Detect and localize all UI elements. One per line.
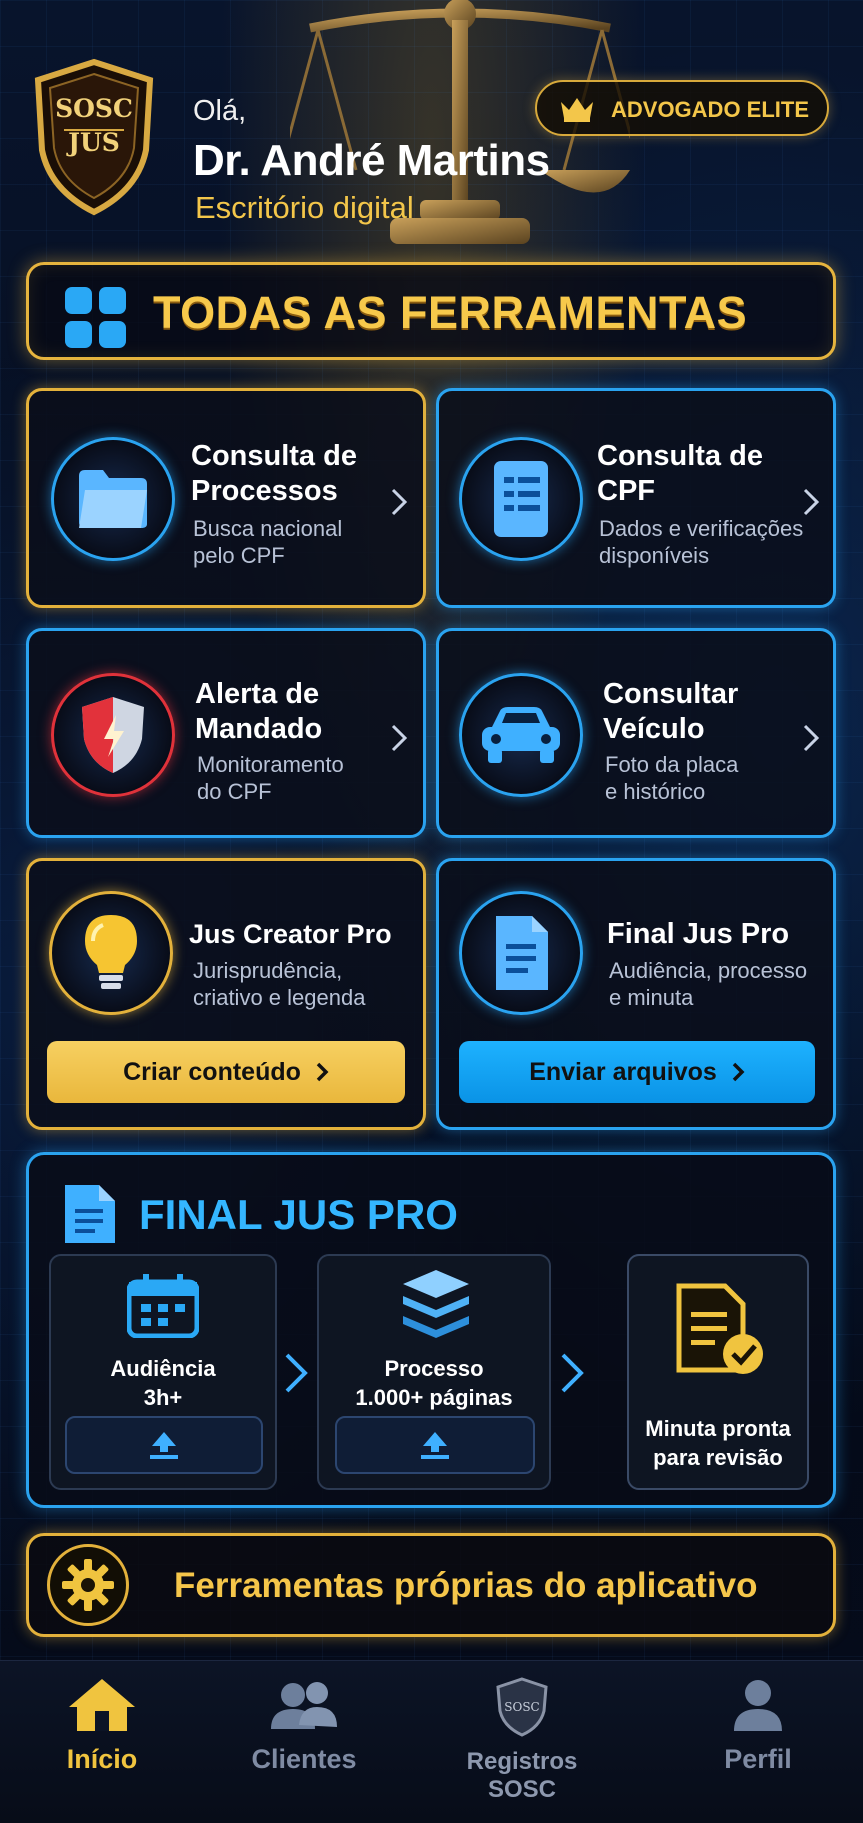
nav-item-inicio[interactable]: Início <box>52 1677 152 1775</box>
elite-badge-label: ADVOGADO ELITE <box>611 97 810 122</box>
sosc-shield-icon: SOSC <box>496 1677 548 1737</box>
step-minuta: Minuta pronta para revisão <box>627 1254 809 1490</box>
step-processo: Processo 1.000+ páginas <box>317 1254 551 1490</box>
step-label: Audiência 3h+ <box>110 1356 216 1410</box>
upload-icon <box>150 1432 178 1459</box>
greeting: Olá, <box>193 95 247 127</box>
chevron-right-icon <box>391 488 408 516</box>
final-jus-pro-panel: FINAL JUS PRO Audiência 3h+ Processo 1.0… <box>26 1152 836 1508</box>
nav-label: Perfil <box>724 1744 792 1774</box>
card-title: Consultar Veículo <box>603 678 739 745</box>
car-icon <box>482 707 560 763</box>
users-icon <box>271 1682 337 1729</box>
gear-icon <box>62 1559 114 1611</box>
calendar-icon <box>127 1274 199 1338</box>
document-list-icon <box>494 461 548 537</box>
send-files-button[interactable]: Enviar arquivos <box>459 1041 815 1103</box>
step-label: Minuta pronta para revisão <box>645 1416 791 1470</box>
document-icon <box>65 1185 115 1243</box>
shield-icon <box>82 697 144 773</box>
card-title: Jus Creator Pro <box>189 919 392 949</box>
chevron-right-icon <box>732 1062 745 1082</box>
card-consultar-veiculo[interactable]: Consultar Veículo Foto da placa e histór… <box>436 628 836 838</box>
user-subtitle: Escritório digital <box>195 190 414 225</box>
card-jus-creator-pro: Jus Creator Pro Jurisprudência, criativo… <box>26 858 426 1130</box>
nav-label: Registros SOSC <box>466 1748 578 1803</box>
card-title: Final Jus Pro <box>607 918 790 950</box>
document-icon <box>496 916 548 990</box>
card-consulta-processos[interactable]: Consulta de Processos Busca nacional pel… <box>26 388 426 608</box>
bottom-nav: Início Clientes SOSC Registros SOSC Perf… <box>0 1660 863 1823</box>
upload-icon <box>421 1432 449 1459</box>
step-label: Processo 1.000+ páginas <box>355 1356 513 1410</box>
header: SOSC JUS Olá, Dr. André Martins Escritór… <box>0 0 863 250</box>
chevron-right-icon <box>316 1062 329 1082</box>
card-final-jus-pro: Final Jus Pro Audiência, processo e minu… <box>436 858 836 1130</box>
chevron-right-icon <box>803 488 820 516</box>
document-check-icon <box>676 1283 763 1374</box>
nav-item-registros-sosc[interactable]: SOSC Registros SOSC <box>432 1677 612 1804</box>
card-subtitle: Jurisprudência, criativo e legenda <box>193 958 366 1010</box>
card-consulta-cpf[interactable]: Consulta de CPF Dados e verificações dis… <box>436 388 836 608</box>
card-icon-ring <box>51 437 175 561</box>
card-icon-ring <box>459 673 583 797</box>
home-icon <box>69 1679 135 1731</box>
card-icon-ring <box>459 891 583 1015</box>
create-content-button[interactable]: Criar conteúdo <box>47 1041 405 1103</box>
card-title: Consulta de Processos <box>191 440 357 507</box>
upload-button[interactable] <box>65 1416 263 1474</box>
nav-item-perfil[interactable]: Perfil <box>718 1677 798 1775</box>
card-title: Consulta de CPF <box>597 440 763 507</box>
card-icon-ring <box>51 673 175 797</box>
sosc-badge-text: SOSC <box>504 1700 539 1714</box>
chevron-right-icon <box>803 724 820 752</box>
lightbulb-icon <box>85 915 137 989</box>
card-icon-ring <box>459 437 583 561</box>
step-audiencia: Audiência 3h+ <box>49 1254 277 1490</box>
grid-icon <box>65 287 126 348</box>
card-subtitle: Audiência, processo e minuta <box>609 958 808 1010</box>
arrow-right-icon <box>285 1353 308 1393</box>
crown-icon <box>561 98 593 122</box>
sosc-jus-logo: SOSC JUS <box>30 58 158 218</box>
app-tools-banner[interactable]: Ferramentas próprias do aplicativo <box>26 1533 836 1637</box>
card-subtitle: Monitoramento do CPF <box>197 752 344 804</box>
panel-title: FINAL JUS PRO <box>139 1191 458 1238</box>
all-tools-banner: TODAS AS FERRAMENTAS <box>26 262 836 360</box>
card-subtitle: Dados e verificações disponíveis <box>599 516 804 568</box>
logo-text-top: SOSC <box>55 94 133 123</box>
card-alerta-mandado[interactable]: Alerta de Mandado Monitoramento do CPF <box>26 628 426 838</box>
nav-item-clientes[interactable]: Clientes <box>244 1677 364 1775</box>
elite-badge[interactable]: ADVOGADO ELITE <box>535 80 829 136</box>
section-title: TODAS AS FERRAMENTAS <box>153 287 748 338</box>
gear-ring <box>47 1544 129 1626</box>
logo-text-bottom: JUS <box>68 128 120 157</box>
profile-icon <box>734 1680 782 1731</box>
nav-label: Início <box>66 1744 138 1774</box>
layers-icon <box>403 1270 469 1338</box>
nav-label: Clientes <box>251 1744 357 1774</box>
tools-banner-label: Ferramentas próprias do aplicativo <box>174 1566 758 1605</box>
card-subtitle: Busca nacional pelo CPF <box>193 516 343 568</box>
card-title: Alerta de Mandado <box>195 678 323 745</box>
upload-button[interactable] <box>335 1416 535 1474</box>
card-subtitle: Foto da placa e histórico <box>605 752 739 804</box>
chevron-right-icon <box>391 724 408 752</box>
folder-icon <box>79 470 147 528</box>
arrow-right-icon <box>561 1353 584 1393</box>
user-name: Dr. André Martins <box>193 136 550 185</box>
card-icon-ring <box>49 891 173 1015</box>
